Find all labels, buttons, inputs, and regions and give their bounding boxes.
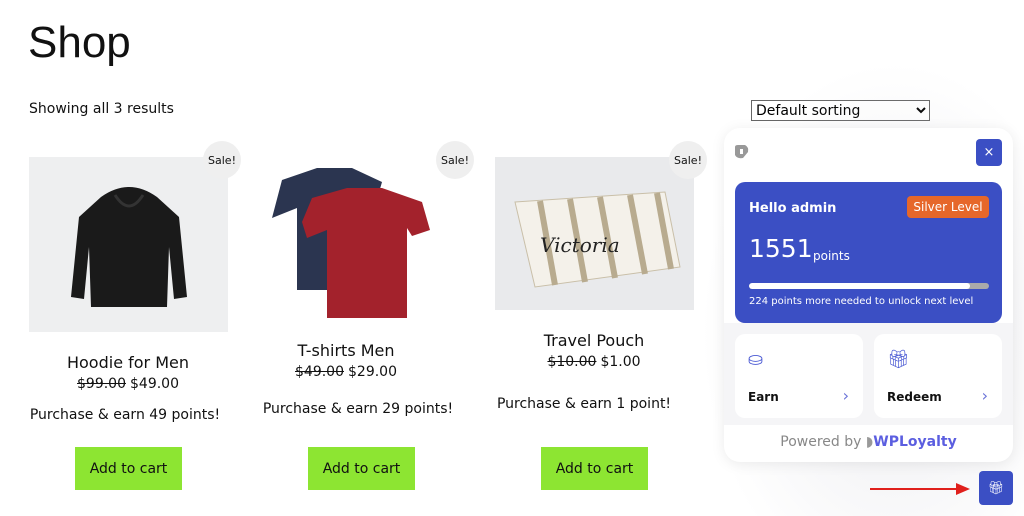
product-name[interactable]: T-shirts Men xyxy=(246,341,446,360)
regular-price: $10.00 xyxy=(547,354,597,370)
points-card: Hello admin Silver Level 1551 points 224… xyxy=(735,182,1002,323)
points-value: 1551 xyxy=(749,234,813,263)
progress-text: 224 points more needed to unlock next le… xyxy=(749,296,974,307)
tshirts-image xyxy=(272,168,430,318)
svg-text:Victoria: Victoria xyxy=(540,233,620,257)
add-to-cart-button[interactable]: Add to cart xyxy=(75,447,182,490)
sale-badge: Sale! xyxy=(436,141,474,179)
earn-label: Earn xyxy=(748,390,779,404)
result-count: Showing all 3 results xyxy=(29,101,174,117)
pouch-image: Victoria xyxy=(514,191,681,288)
loyalty-launcher-button[interactable]: 🎁︎ xyxy=(979,471,1013,505)
sale-price: $29.00 xyxy=(348,364,397,380)
product-price: $99.00 $49.00 xyxy=(28,376,228,392)
points-label: points xyxy=(813,249,850,263)
level-badge: Silver Level xyxy=(907,196,989,218)
gift-icon: 🎁︎ xyxy=(887,349,910,370)
close-button[interactable]: × xyxy=(976,139,1002,166)
sale-badge: Sale! xyxy=(203,141,241,179)
redeem-label: Redeem xyxy=(887,390,942,404)
earn-card[interactable]: ⛀ Earn › xyxy=(735,334,863,418)
product-image[interactable] xyxy=(262,160,432,320)
progress-fill xyxy=(749,283,970,289)
redeem-card[interactable]: 🎁︎ Redeem › xyxy=(874,334,1002,418)
add-to-cart-button[interactable]: Add to cart xyxy=(541,447,648,490)
powered-by: Powered by ◗WPLoyalty xyxy=(724,434,1013,450)
loyalty-widget: × Hello admin Silver Level 1551 points 2… xyxy=(724,128,1013,462)
greeting: Hello admin xyxy=(749,201,837,216)
brand-link[interactable]: WPLoyalty xyxy=(873,434,956,450)
earn-points-text: Purchase & earn 49 points! xyxy=(29,407,221,423)
earn-points-text: Purchase & earn 29 points! xyxy=(262,401,454,417)
hoodie-image xyxy=(71,187,187,307)
earn-coin-hand-icon: ⛀ xyxy=(748,349,764,370)
product-image[interactable]: Victoria xyxy=(495,157,694,310)
level-progress-bar xyxy=(749,283,989,289)
powered-by-text: Powered by xyxy=(780,434,862,450)
chevron-right-icon: › xyxy=(842,386,849,405)
chevron-right-icon: › xyxy=(981,386,988,405)
product-name[interactable]: Hoodie for Men xyxy=(28,353,228,372)
gift-icon: 🎁︎ xyxy=(987,480,1005,496)
actions-section: ⛀ Earn › 🎁︎ Redeem › xyxy=(724,323,1013,425)
earn-points-text: Purchase & earn 1 point! xyxy=(496,396,672,412)
regular-price: $49.00 xyxy=(295,364,344,380)
wployalty-logo-icon xyxy=(735,145,749,159)
product-price: $10.00 $1.00 xyxy=(494,354,694,370)
product-image[interactable] xyxy=(29,157,228,332)
red-arrow-annotation xyxy=(870,483,970,495)
add-to-cart-button[interactable]: Add to cart xyxy=(308,447,415,490)
product-name[interactable]: Travel Pouch xyxy=(494,331,694,350)
product-price: $49.00 $29.00 xyxy=(246,364,446,380)
sale-price: $1.00 xyxy=(600,354,641,370)
page-title: Shop xyxy=(28,18,131,67)
regular-price: $99.00 xyxy=(77,376,126,392)
sale-price: $49.00 xyxy=(130,376,179,392)
